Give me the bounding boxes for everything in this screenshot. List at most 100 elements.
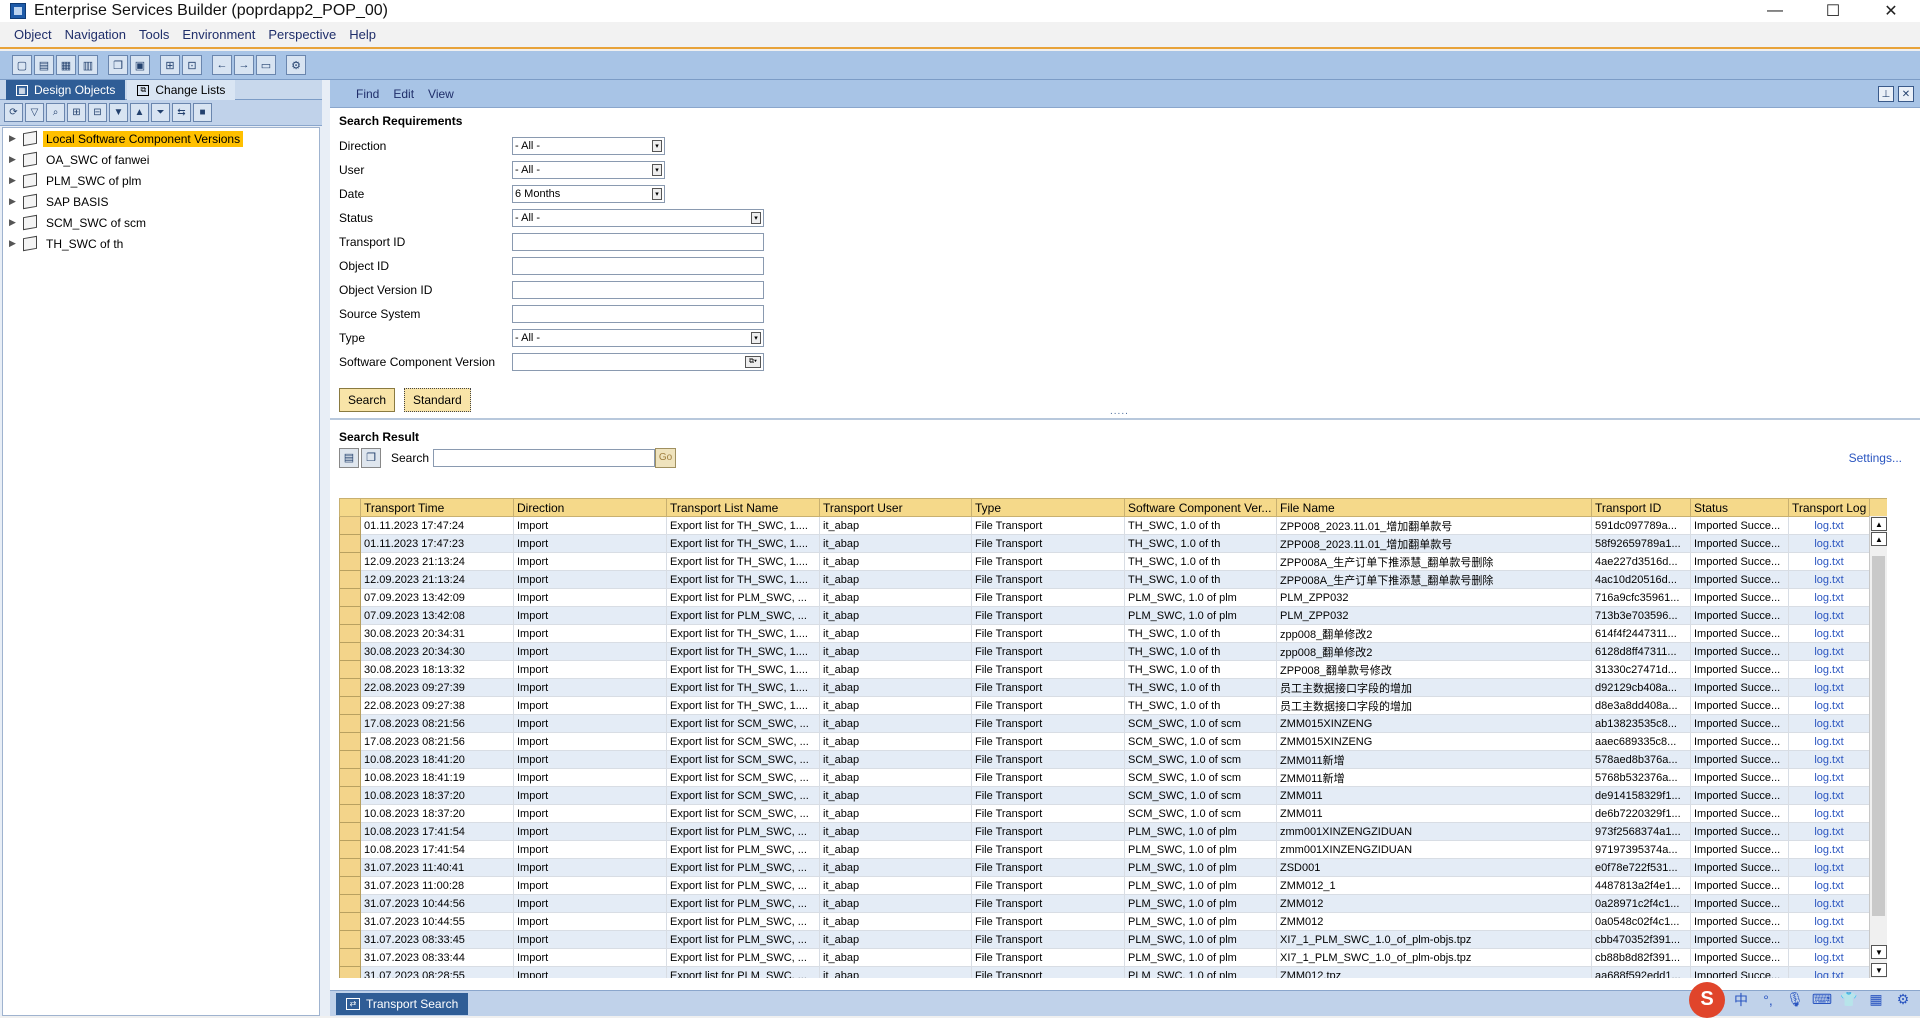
- shirt-icon[interactable]: 👕: [1838, 989, 1860, 1011]
- filter-icon[interactable]: ▽: [25, 103, 44, 122]
- tree-item[interactable]: ▶ PLM_SWC of plm: [3, 170, 319, 191]
- dropdown-icon[interactable]: ▾: [652, 164, 662, 176]
- transport-log-link[interactable]: log.txt: [1788, 570, 1870, 589]
- value-help-icon[interactable]: ⧉▾: [745, 356, 761, 368]
- transport-id-input[interactable]: [512, 233, 764, 251]
- search-button[interactable]: Search: [339, 388, 396, 412]
- activate-icon[interactable]: ▣: [130, 55, 150, 75]
- row-selector[interactable]: [339, 804, 361, 823]
- row-selector[interactable]: [339, 768, 361, 787]
- transport-log-link[interactable]: log.txt: [1788, 948, 1870, 967]
- transport-log-link[interactable]: log.txt: [1788, 678, 1870, 697]
- close-editor-icon[interactable]: ✕: [1898, 86, 1914, 102]
- window-icon[interactable]: ▭: [256, 55, 276, 75]
- dropdown-icon[interactable]: ▾: [652, 188, 662, 200]
- transport-log-link[interactable]: log.txt: [1788, 588, 1870, 607]
- copy-icon[interactable]: ❐: [108, 55, 128, 75]
- transport-log-link[interactable]: log.txt: [1788, 966, 1870, 978]
- user-select[interactable]: - All - ▾: [512, 161, 665, 179]
- menu-environment[interactable]: Environment: [182, 27, 255, 42]
- table-row[interactable]: 30.08.2023 20:34:31 Import Export list for…: [339, 624, 1887, 643]
- pin-icon[interactable]: ⊥: [1878, 86, 1894, 102]
- row-selector[interactable]: [339, 912, 361, 931]
- row-selector[interactable]: [339, 552, 361, 571]
- row-selector[interactable]: [339, 606, 361, 625]
- row-selector[interactable]: [339, 948, 361, 967]
- go-button[interactable]: Go: [655, 447, 677, 468]
- object-version-id-input[interactable]: [512, 281, 764, 299]
- collapse-icon[interactable]: ⊟: [88, 103, 107, 122]
- tab-change-lists[interactable]: ⧉ Change Lists: [127, 80, 236, 100]
- expand-arrow-icon[interactable]: ▶: [9, 196, 19, 207]
- table-row[interactable]: 10.08.2023 17:41:54 Import Export list for…: [339, 840, 1887, 859]
- row-selector[interactable]: [339, 750, 361, 769]
- refresh-icon[interactable]: ⟳: [4, 103, 23, 122]
- row-selector-header[interactable]: [339, 498, 361, 517]
- transport-log-link[interactable]: log.txt: [1788, 912, 1870, 931]
- table-row[interactable]: 22.08.2023 09:27:39 Import Export list for…: [339, 678, 1887, 697]
- binoculars-icon[interactable]: ⌕: [46, 103, 65, 122]
- direction-select[interactable]: - All - ▾: [512, 137, 665, 155]
- transport-log-link[interactable]: log.txt: [1788, 894, 1870, 913]
- table-row[interactable]: 31.07.2023 11:00:28 Import Export list for…: [339, 876, 1887, 895]
- column-header[interactable]: Transport Log: [1788, 498, 1870, 517]
- panel-icon[interactable]: ■: [193, 103, 212, 122]
- table-row[interactable]: 12.09.2023 21:13:24 Import Export list for…: [339, 570, 1887, 589]
- vertical-scrollbar[interactable]: ▲ ▲ ▼ ▼: [1869, 516, 1887, 978]
- row-selector[interactable]: [339, 660, 361, 679]
- menu-view[interactable]: View: [428, 87, 454, 101]
- object-id-input[interactable]: [512, 257, 764, 275]
- column-header[interactable]: Software Component Ver...: [1124, 498, 1277, 517]
- menu-perspective[interactable]: Perspective: [268, 27, 336, 42]
- table-row[interactable]: 10.08.2023 18:41:20 Import Export list for…: [339, 750, 1887, 769]
- open-folder-icon[interactable]: ▤: [339, 447, 359, 468]
- transport-log-link[interactable]: log.txt: [1788, 516, 1870, 535]
- column-header[interactable]: File Name: [1276, 498, 1592, 517]
- expand-arrow-icon[interactable]: ▶: [9, 238, 19, 249]
- table-row[interactable]: 10.08.2023 18:37:20 Import Export list for…: [339, 804, 1887, 823]
- settings-icon[interactable]: ⚙: [286, 55, 306, 75]
- transport-log-link[interactable]: log.txt: [1788, 750, 1870, 769]
- transport-log-link[interactable]: log.txt: [1788, 696, 1870, 715]
- table-row[interactable]: 31.07.2023 10:44:55 Import Export list for…: [339, 912, 1887, 931]
- maximize-button[interactable]: ☐: [1804, 0, 1862, 22]
- column-header[interactable]: Transport List Name: [666, 498, 820, 517]
- row-selector[interactable]: [339, 588, 361, 607]
- table-row[interactable]: 22.08.2023 09:27:38 Import Export list for…: [339, 696, 1887, 715]
- column-header[interactable]: Transport ID: [1591, 498, 1691, 517]
- menu-object[interactable]: Object: [14, 27, 52, 42]
- menu-find[interactable]: Find: [356, 87, 379, 101]
- table-row[interactable]: 01.11.2023 17:47:23 Import Export list for…: [339, 534, 1887, 553]
- transport-log-link[interactable]: log.txt: [1788, 714, 1870, 733]
- menu-help[interactable]: Help: [349, 27, 376, 42]
- table-row[interactable]: 30.08.2023 18:13:32 Import Export list for…: [339, 660, 1887, 679]
- tree-item[interactable]: ▶ SCM_SWC of scm: [3, 212, 319, 233]
- row-selector[interactable]: [339, 966, 361, 978]
- table-row[interactable]: 17.08.2023 08:21:56 Import Export list for…: [339, 714, 1887, 733]
- column-header[interactable]: Type: [971, 498, 1125, 517]
- table-row[interactable]: 07.09.2023 13:42:08 Import Export list for…: [339, 606, 1887, 625]
- hierarchy-icon[interactable]: ⊞: [160, 55, 180, 75]
- expand-arrow-icon[interactable]: ▶: [9, 217, 19, 228]
- panel-splitter[interactable]: [322, 80, 330, 1016]
- dropdown-icon[interactable]: ▾: [751, 212, 761, 224]
- status-select[interactable]: - All - ▾: [512, 209, 764, 227]
- dropdown-icon[interactable]: ▾: [751, 332, 761, 344]
- column-header[interactable]: Transport Time: [360, 498, 514, 517]
- result-search-input[interactable]: [433, 448, 656, 467]
- software-component-version-select[interactable]: ⧉▾: [512, 353, 764, 371]
- grid-icon[interactable]: ▦: [1865, 989, 1887, 1011]
- row-selector[interactable]: [339, 786, 361, 805]
- open-icon[interactable]: ▤: [34, 55, 54, 75]
- sync-icon[interactable]: ⇆: [172, 103, 191, 122]
- transport-log-link[interactable]: log.txt: [1788, 606, 1870, 625]
- language-indicator[interactable]: 中: [1730, 989, 1752, 1011]
- transport-log-link[interactable]: log.txt: [1788, 822, 1870, 841]
- dropdown-icon[interactable]: ▾: [652, 140, 662, 152]
- date-select[interactable]: 6 Months ▾: [512, 185, 665, 203]
- minimize-button[interactable]: —: [1746, 0, 1804, 22]
- row-selector[interactable]: [339, 516, 361, 535]
- menu-edit[interactable]: Edit: [393, 87, 414, 101]
- tab-design-objects[interactable]: ▦ Design Objects: [6, 80, 126, 100]
- transport-log-link[interactable]: log.txt: [1788, 840, 1870, 859]
